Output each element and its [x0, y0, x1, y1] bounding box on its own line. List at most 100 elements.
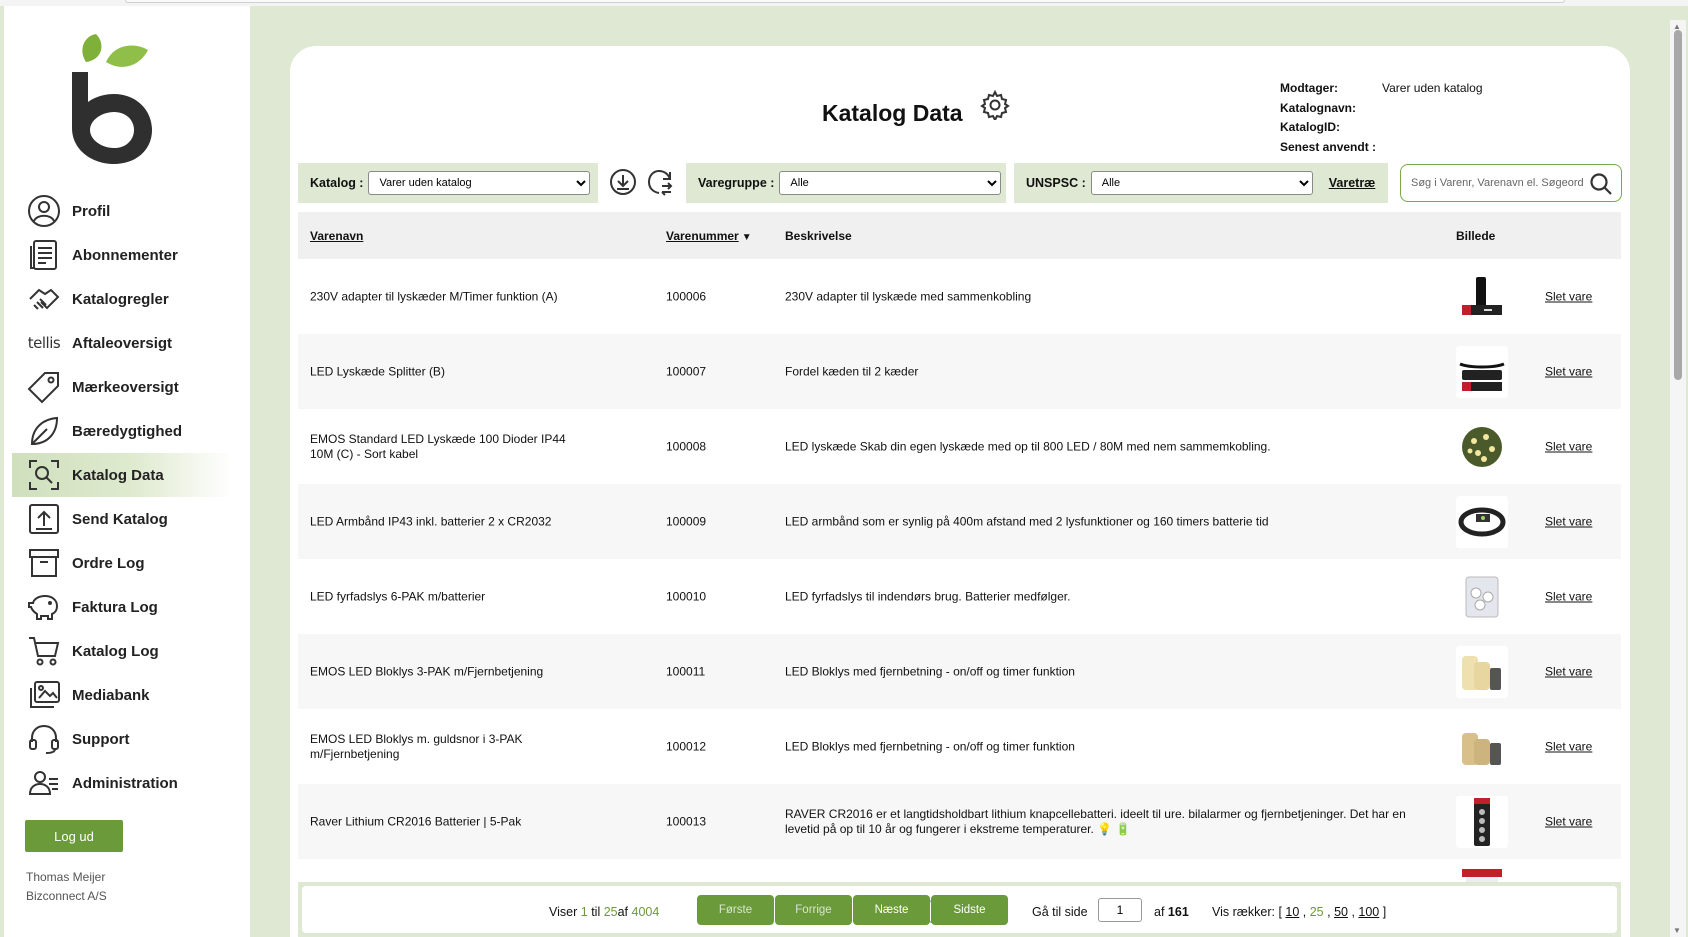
search-input[interactable] — [1411, 177, 1591, 189]
logout-button[interactable]: Log ud — [25, 820, 123, 852]
sidebar-item-send-katalog[interactable]: Send Katalog — [12, 497, 232, 541]
varegruppe-filter: Varegruppe : Alle — [686, 163, 1006, 203]
download-icon[interactable] — [608, 167, 638, 197]
katalog-select[interactable]: Varer uden katalog — [368, 171, 591, 195]
sidebar-item-maerkeoversigt[interactable]: Mærkeoversigt — [12, 365, 232, 409]
gear-icon[interactable] — [980, 90, 1010, 120]
rows-end: ] — [1382, 905, 1387, 919]
meta-key-modtager: Modtager: — [1280, 81, 1338, 95]
piggy-bank-icon — [26, 589, 62, 625]
sidebar-item-mediabank[interactable]: Mediabank — [12, 673, 232, 717]
delete-item-link[interactable]: Slet vare — [1545, 589, 1592, 604]
cell-varenummer: 100006 — [666, 289, 707, 303]
pages-prefix: af — [1154, 905, 1165, 919]
delete-item-link[interactable]: Slet vare — [1545, 739, 1592, 754]
leaf-icon — [26, 413, 62, 449]
sidebar-item-katalogregler[interactable]: Katalogregler — [12, 277, 232, 321]
product-image — [1456, 270, 1508, 323]
sidebar-item-label: Aftaleoversigt — [72, 334, 173, 352]
cell-beskrivelse: LED lyskæde Skab din egen lyskæde med op… — [785, 439, 1271, 453]
column-header-varenavn[interactable]: Varenavn — [310, 229, 363, 243]
table-header: Varenavn Varenummer ▼ Beskrivelse Billede — [298, 212, 1621, 259]
varegruppe-select[interactable]: Alle — [779, 171, 1002, 195]
unspsc-select[interactable]: Alle — [1090, 171, 1313, 195]
rows-label: Vis rækker: [ — [1212, 905, 1282, 919]
user-info: Thomas Meijer Bizconnect A/S — [26, 868, 107, 906]
users-icon — [26, 765, 62, 801]
cell-beskrivelse: LED armbånd som er synlig på 400m afstan… — [785, 514, 1269, 528]
katalog-filter: Katalog : Varer uden katalog — [298, 163, 598, 203]
sync-icon[interactable] — [645, 167, 675, 197]
range-from: 1 — [580, 905, 588, 919]
vertical-scrollbar[interactable]: ▲ ▼ — [1670, 20, 1686, 937]
catalog-meta: Modtager: Varer uden katalog Katalognavn:… — [1280, 79, 1483, 157]
product-image — [1456, 495, 1508, 548]
sidebar-item-label: Support — [72, 730, 130, 748]
rows-100-link[interactable]: 100 — [1358, 905, 1379, 919]
unspsc-filter: UNSPSC : Alle Varetræ — [1014, 163, 1388, 203]
cell-varenavn: Raver Lithium CR2016 Batterier | 5-Pak — [310, 814, 522, 828]
sidebar-item-baeredygtighed[interactable]: Bæredygtighed — [12, 409, 232, 453]
scroll-down-icon[interactable]: ▼ — [1673, 926, 1681, 935]
next-page-button[interactable]: Næste — [853, 895, 930, 925]
scroll-thumb[interactable] — [1674, 30, 1682, 380]
cell-varenavn: LED Armbånd IP43 inkl. batterier 2 x CR2… — [310, 514, 552, 528]
company-name: Bizconnect A/S — [26, 889, 107, 903]
range-to: 25 — [603, 905, 618, 919]
goto-label: Gå til side — [1032, 905, 1088, 919]
sidebar-item-katalog-data[interactable]: Katalog Data — [12, 453, 232, 497]
cell-varenavn: EMOS Standard LED Lyskæde 100 Dioder IP4… — [310, 431, 566, 461]
bizconnect-logo — [72, 34, 152, 164]
cell-varenavn: EMOS LED Bloklys m. guldsnor i 3-PAK m/F… — [310, 731, 523, 761]
rows-10-link[interactable]: 10 — [1285, 905, 1299, 919]
cell-beskrivelse: RAVER CR2016 er et langtidsholdbart lith… — [785, 806, 1406, 836]
sidebar-item-ordre-log[interactable]: Ordre Log — [12, 541, 232, 585]
sidebar-nav: Profil Abonnementer Katalogregler tellis… — [12, 189, 232, 805]
sidebar-item-administration[interactable]: Administration — [12, 761, 232, 805]
sidebar-item-faktura-log[interactable]: Faktura Log — [12, 585, 232, 629]
search-frame-icon — [26, 457, 62, 493]
sidebar-item-label: Katalog Log — [72, 642, 159, 660]
delete-item-link[interactable]: Slet vare — [1545, 514, 1592, 529]
sort-desc-icon: ▼ — [741, 232, 752, 243]
last-page-button[interactable]: Sidste — [931, 895, 1008, 925]
column-header-label: Varenummer — [666, 229, 739, 243]
sidebar-item-label: Mærkeoversigt — [72, 378, 179, 396]
delete-item-link[interactable]: Slet vare — [1545, 439, 1592, 454]
sidebar-item-katalog-log[interactable]: Katalog Log — [12, 629, 232, 673]
cell-varenummer: 100011 — [666, 664, 706, 678]
tellis-wordmark: tellis — [27, 334, 61, 352]
pagination-inner: Viser 1 til 25af 4004 Første Forrige Næs… — [302, 886, 1617, 933]
cell-varenummer: 100007 — [666, 364, 707, 378]
table-row: Raver Lithium CR2016 Batterier | 5-Pak 1… — [298, 784, 1621, 859]
box-icon — [26, 545, 62, 581]
rows-50-link[interactable]: 50 — [1334, 905, 1348, 919]
sidebar-item-support[interactable]: Support — [12, 717, 232, 761]
sidebar-item-profil[interactable]: Profil — [12, 189, 232, 233]
cell-varenavn: LED fyrfadslys 6-PAK m/batterier — [310, 589, 486, 603]
column-header-varenummer[interactable]: Varenummer ▼ — [666, 229, 752, 243]
sidebar-item-aftaleoversigt[interactable]: tellis Aftaleoversigt — [12, 321, 232, 365]
sidebar-item-label: Abonnementer — [72, 246, 178, 264]
cart-icon — [26, 633, 62, 669]
product-image — [1456, 420, 1508, 473]
goto-page-input[interactable] — [1098, 898, 1142, 922]
previous-page-button[interactable]: Forrige — [775, 895, 852, 925]
table-row: LED fyrfadslys 6-PAK m/batterier 100010 … — [298, 559, 1621, 634]
cell-beskrivelse: Fordel kæden til 2 kæder — [785, 364, 919, 378]
product-image — [1456, 345, 1508, 398]
handshake-icon — [26, 281, 62, 317]
sidebar-item-label: Katalog Data — [72, 466, 164, 484]
pages-total: af 161 — [1154, 905, 1189, 919]
sidebar-item-abonnementer[interactable]: Abonnementer — [12, 233, 232, 277]
delete-item-link[interactable]: Slet vare — [1545, 364, 1592, 379]
cell-varenummer: 100012 — [666, 739, 707, 753]
search-icon[interactable] — [1589, 172, 1613, 196]
delete-item-link[interactable]: Slet vare — [1545, 814, 1592, 829]
delete-item-link[interactable]: Slet vare — [1545, 664, 1592, 679]
product-image — [1456, 795, 1508, 848]
delete-item-link[interactable]: Slet vare — [1545, 289, 1592, 304]
first-page-button[interactable]: Første — [697, 895, 774, 925]
varetrae-link[interactable]: Varetræ — [1329, 176, 1376, 190]
meta-key-katalogid: KatalogID: — [1280, 120, 1340, 134]
